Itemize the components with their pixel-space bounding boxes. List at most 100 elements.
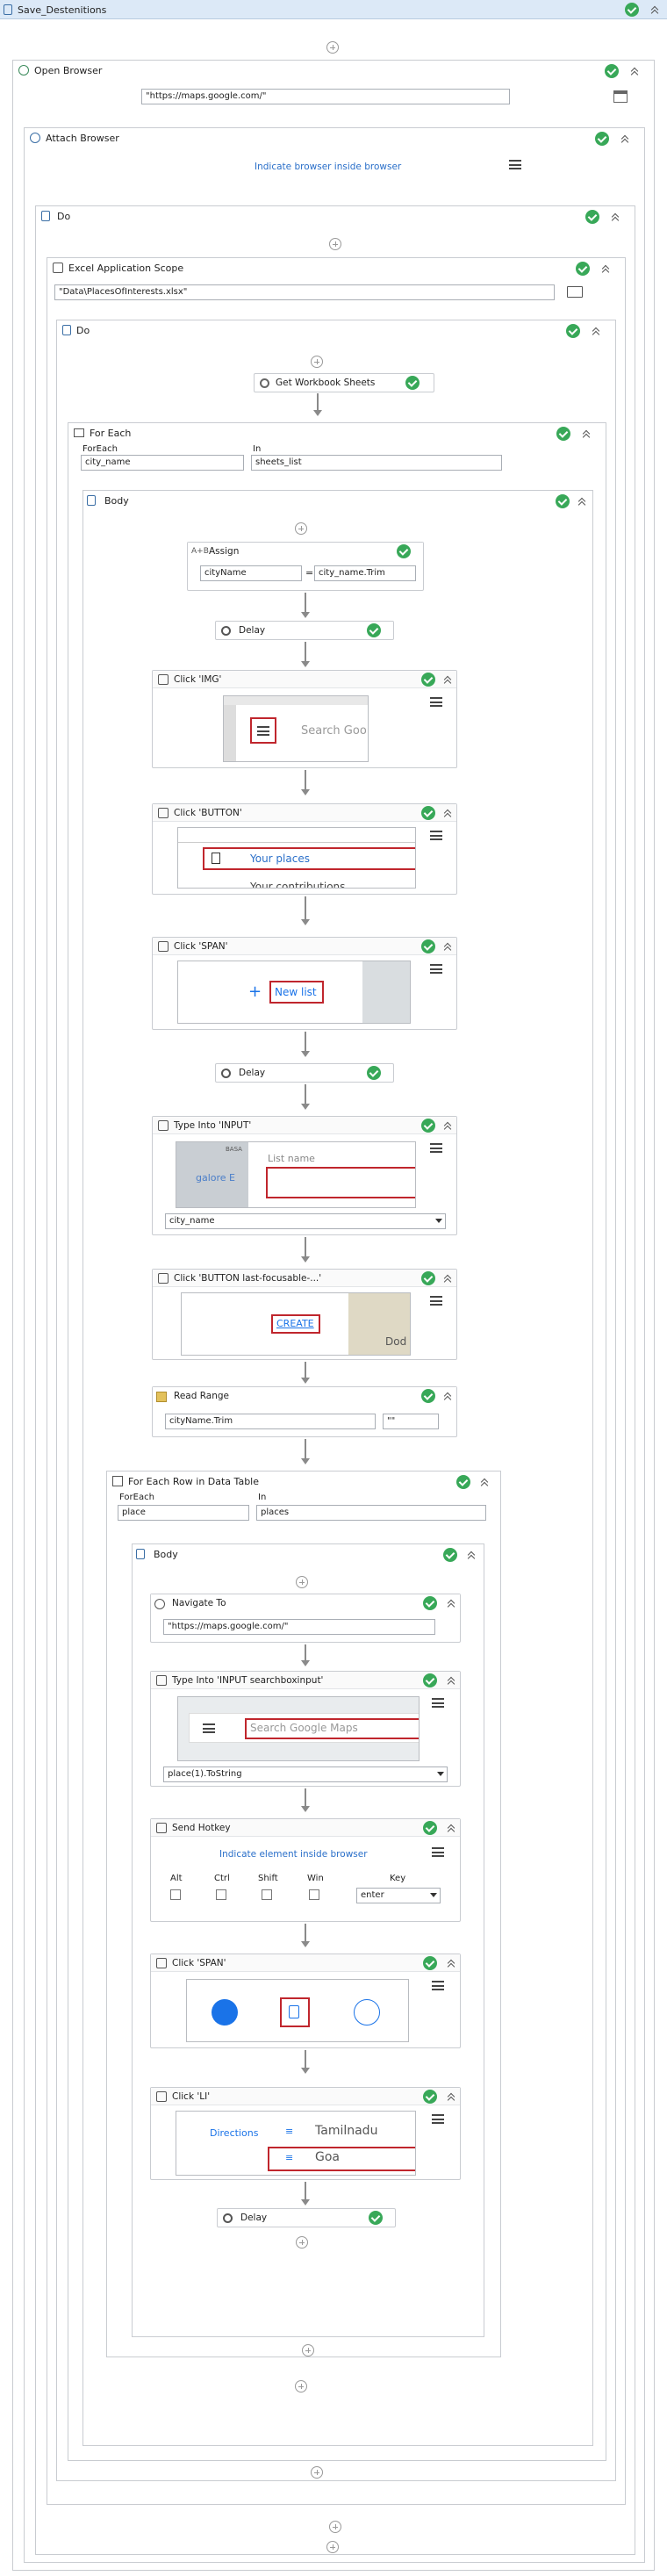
shift-checkbox[interactable] [262, 1889, 272, 1900]
click-create-activity[interactable]: Click 'BUTTON last-focusable-...' Dod CR… [152, 1269, 457, 1360]
target-preview[interactable]: BASA galore E List name [176, 1141, 416, 1208]
foreach-label: ForEach [82, 444, 118, 454]
foreach-collection-input[interactable]: sheets_list [251, 455, 502, 471]
url-input[interactable]: "https://maps.google.com/" [141, 89, 510, 104]
target-preview[interactable] [186, 1979, 409, 2042]
click-img-activity[interactable]: Click 'IMG' Search Goo [152, 670, 457, 768]
type-into-search-value-input[interactable]: place(1).ToString [163, 1767, 448, 1782]
get-workbook-sheets-activity[interactable]: Get Workbook Sheets [254, 373, 434, 392]
delay-activity[interactable]: Delay [217, 2208, 396, 2227]
target-preview[interactable]: Dod CREATE [181, 1292, 411, 1356]
collapse-icon[interactable] [442, 808, 453, 818]
delay-activity[interactable]: Delay [215, 621, 394, 640]
add-activity-icon[interactable] [295, 522, 307, 535]
collapse-icon[interactable] [479, 1477, 490, 1487]
click-span-bookmark-activity[interactable]: Click 'SPAN' [150, 1954, 461, 2048]
save-bookmark-icon [289, 2005, 299, 2018]
collapse-icon[interactable] [442, 1391, 453, 1401]
add-activity-icon[interactable] [295, 2380, 307, 2393]
target-preview[interactable]: Directions ≡ Tamilnadu ≡ Goa [176, 2111, 416, 2176]
connector [305, 1924, 306, 1943]
foreach-table-input[interactable]: places [256, 1505, 486, 1521]
menu-icon[interactable] [432, 1981, 444, 1990]
key-select[interactable]: enter [356, 1888, 441, 1903]
collapse-icon[interactable] [581, 428, 592, 439]
assign-activity[interactable]: A+B Assign cityName = city_name.Trim [187, 542, 424, 591]
add-activity-icon[interactable] [329, 2521, 341, 2533]
collapse-icon[interactable] [446, 1675, 456, 1686]
collapse-icon[interactable] [446, 1823, 456, 1833]
menu-icon[interactable] [509, 160, 521, 169]
collapse-icon[interactable] [446, 1598, 456, 1608]
sequence-icon [41, 211, 50, 221]
navigate-url-input[interactable]: "https://maps.google.com/" [163, 1619, 435, 1635]
add-activity-icon[interactable] [311, 356, 323, 368]
menu-icon[interactable] [430, 831, 442, 840]
assign-value-input[interactable]: city_name.Trim [314, 565, 416, 581]
collapse-icon[interactable] [446, 2091, 456, 2102]
send-hotkey-activity[interactable]: Send Hotkey Indicate element inside brow… [150, 1818, 461, 1922]
type-into-activity[interactable]: Type Into 'INPUT' BASA galore E List nam… [152, 1116, 457, 1235]
dropdown-icon[interactable] [437, 1772, 444, 1776]
range-input[interactable]: "" [383, 1414, 439, 1429]
click-span-activity[interactable]: Click 'SPAN' + New list [152, 937, 457, 1030]
directions-icon [212, 1999, 238, 2026]
add-activity-icon[interactable] [302, 2344, 314, 2357]
indicate-element-link[interactable]: Indicate element inside browser [219, 1849, 368, 1860]
target-preview[interactable]: Search Google Maps [177, 1696, 420, 1761]
collapse-icon[interactable] [446, 1958, 456, 1968]
foreach-item-input[interactable]: place [118, 1505, 249, 1521]
read-range-activity[interactable]: Read Range cityName.Trim "" [152, 1386, 457, 1437]
collapse-icon[interactable] [442, 1120, 453, 1131]
ctrl-checkbox[interactable] [216, 1889, 226, 1900]
target-preview[interactable]: Search Goo [223, 695, 369, 762]
collapse-icon[interactable] [620, 133, 630, 144]
browser-picker-icon[interactable] [613, 90, 628, 103]
dropdown-icon[interactable] [430, 1893, 437, 1897]
collapse-icon[interactable] [466, 1550, 477, 1560]
collapse-icon[interactable] [600, 263, 611, 274]
menu-icon[interactable] [432, 1698, 444, 1708]
add-activity-icon[interactable] [296, 2236, 308, 2249]
type-into-search-activity[interactable]: Type Into 'INPUT searchboxinput' Search … [150, 1671, 461, 1787]
click-button-activity[interactable]: Click 'BUTTON' Your places Your contribu… [152, 803, 457, 895]
menu-icon[interactable] [430, 964, 442, 974]
collapse-icon[interactable] [649, 4, 660, 15]
root-header[interactable]: Save_Destenitions [0, 0, 667, 19]
foreach-item-input[interactable]: city_name [81, 455, 244, 471]
indicate-browser-link[interactable]: Indicate browser inside browser [255, 162, 401, 172]
delay-activity[interactable]: Delay [215, 1063, 394, 1083]
collapse-icon[interactable] [577, 496, 587, 507]
preview-search-text: Search Google Maps [250, 1722, 358, 1734]
collapse-icon[interactable] [442, 941, 453, 952]
add-activity-icon[interactable] [329, 238, 341, 250]
navigate-to-activity[interactable]: Navigate To "https://maps.google.com/" [150, 1594, 461, 1643]
menu-icon[interactable] [430, 1143, 442, 1153]
menu-icon[interactable] [432, 2114, 444, 2124]
click-li-activity[interactable]: Click 'LI' Directions ≡ Tamilnadu ≡ Goa [150, 2087, 461, 2180]
add-activity-icon[interactable] [311, 2466, 323, 2479]
in-label: In [258, 1493, 267, 1502]
collapse-icon[interactable] [442, 1273, 453, 1284]
menu-icon[interactable] [432, 1847, 444, 1857]
collapse-icon[interactable] [610, 212, 620, 222]
add-activity-icon[interactable] [326, 41, 339, 54]
workbook-path-input[interactable]: "Data\PlacesOfInterests.xlsx" [54, 284, 555, 300]
menu-icon[interactable] [430, 1296, 442, 1306]
collapse-icon[interactable] [591, 326, 601, 336]
assign-to-input[interactable]: cityName [200, 565, 302, 581]
add-activity-icon[interactable] [296, 1576, 308, 1588]
dropdown-icon[interactable] [435, 1219, 442, 1223]
type-into-value-input[interactable]: city_name [165, 1213, 446, 1229]
folder-icon[interactable] [567, 286, 583, 298]
collapse-icon[interactable] [629, 66, 640, 76]
target-preview[interactable]: + New list [177, 961, 411, 1024]
collapse-icon[interactable] [442, 674, 453, 685]
alt-checkbox[interactable] [170, 1889, 181, 1900]
clock-icon [223, 2213, 233, 2223]
win-checkbox[interactable] [309, 1889, 319, 1900]
add-activity-icon[interactable] [326, 2541, 339, 2553]
target-preview[interactable]: Your places Your contributions [177, 827, 416, 889]
menu-icon[interactable] [430, 697, 442, 707]
sheet-name-input[interactable]: cityName.Trim [165, 1414, 376, 1429]
